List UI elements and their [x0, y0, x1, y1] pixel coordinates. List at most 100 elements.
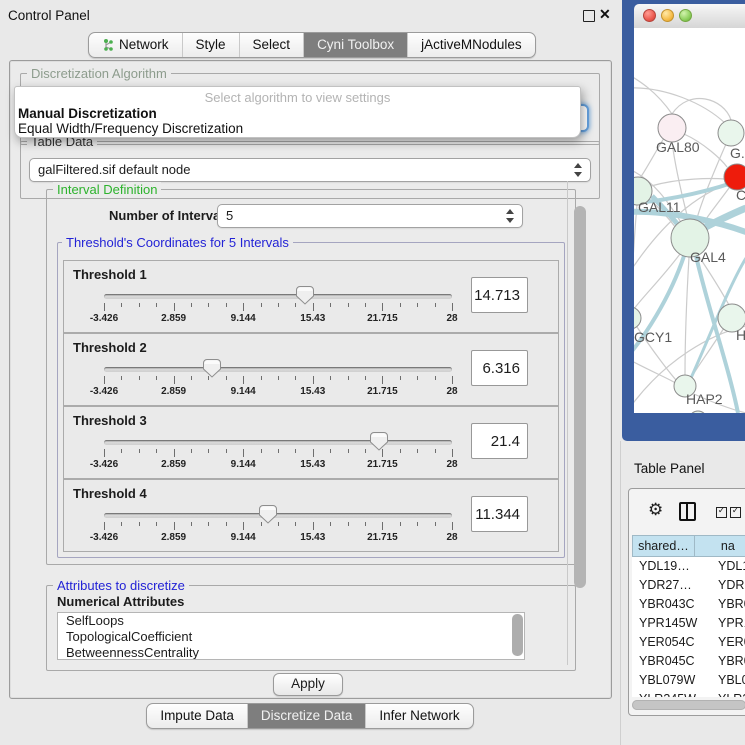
network-edge-thick[interactable] [696, 256, 738, 413]
split-view-icon[interactable] [679, 502, 696, 521]
column-header-shared[interactable]: shared… [632, 535, 695, 557]
popup-prompt-option[interactable]: Select algorithm to view settings [15, 90, 580, 105]
table-row[interactable]: YLR345WYLR3 [632, 690, 745, 697]
cell-name: YBR0 [713, 652, 745, 671]
tab-network[interactable]: Network [89, 33, 183, 57]
network-edge[interactable] [651, 179, 725, 186]
tick-label: -3.426 [90, 532, 118, 543]
slider-thumb-icon[interactable] [259, 505, 277, 524]
network-node[interactable] [634, 307, 641, 329]
threshold-value-field[interactable]: 11.344 [471, 496, 528, 532]
gear-icon[interactable]: ⚙ [648, 501, 663, 518]
slider-thumb-icon[interactable] [296, 286, 314, 305]
network-edge[interactable] [685, 257, 689, 375]
tab-cyni-toolbox[interactable]: Cyni Toolbox [304, 33, 408, 57]
threshold-value-field[interactable]: 6.316 [471, 350, 528, 386]
threshold-slider[interactable]: -3.4262.8599.14415.4321.71528 [104, 431, 452, 475]
zoom-traffic-light-icon[interactable] [679, 9, 692, 22]
network-node[interactable] [689, 411, 707, 413]
table-rows: YDL19…YDL1YDR27…YDR2YBR043CYBR0YPR145WYP… [632, 557, 745, 697]
tick-label: 9.144 [231, 386, 256, 397]
table-row[interactable]: YDL19…YDL1 [632, 557, 745, 576]
table-data-combobox[interactable]: galFiltered.sif default node [29, 158, 591, 182]
num-intervals-combobox[interactable]: 5 [217, 204, 523, 228]
num-intervals-value: 5 [226, 208, 233, 223]
threshold-value-field[interactable]: 14.713 [471, 277, 528, 313]
threshold-slider[interactable]: -3.4262.8599.14415.4321.71528 [104, 358, 452, 402]
network-node[interactable] [658, 114, 686, 142]
vertical-scrollbar[interactable] [574, 206, 586, 588]
tab-select[interactable]: Select [240, 33, 305, 57]
tick-label: 15.43 [300, 386, 325, 397]
attribute-item[interactable]: BetweennessCentrality [58, 645, 524, 660]
tab-style[interactable]: Style [183, 33, 240, 57]
threshold-value-field[interactable]: 21.4 [471, 423, 528, 459]
threshold-panel: Threshold 2-3.4262.8599.14415.4321.71528… [63, 333, 559, 406]
tab-label: Cyni Toolbox [317, 33, 394, 57]
top-tabbar: Network Style Select Cyni Toolbox jActiveMNo… [0, 32, 708, 58]
threshold-slider[interactable]: -3.4262.8599.14415.4321.71528 [104, 504, 452, 548]
checkbox-checked-icon[interactable] [730, 507, 741, 518]
table-row[interactable]: YDR27…YDR2 [632, 576, 745, 595]
table-row[interactable]: YPR145WYPR1 [632, 614, 745, 633]
close-traffic-light-icon[interactable] [643, 9, 656, 22]
network-edge[interactable] [634, 205, 637, 307]
apply-button[interactable]: Apply [273, 673, 343, 696]
tab-impute-data[interactable]: Impute Data [147, 704, 248, 728]
tick-label: 28 [446, 313, 457, 324]
attributes-group: Attributes to discretize Numerical Attri… [46, 585, 576, 671]
tick-label: 2.859 [161, 532, 186, 543]
threshold-slider[interactable]: -3.4262.8599.14415.4321.71528 [104, 285, 452, 329]
table-row[interactable]: YBR043CYBR0 [632, 595, 745, 614]
slider-track[interactable] [104, 513, 452, 518]
checkbox-checked-icon[interactable] [716, 507, 727, 518]
bottom-tab-group: Impute Data Discretize Data Infer Network [146, 703, 473, 729]
horizontal-scrollbar[interactable] [632, 700, 745, 710]
tab-jactivemnodules[interactable]: jActiveMNodules [408, 33, 535, 57]
slider-tick-labels: -3.4262.8599.14415.4321.71528 [104, 386, 452, 398]
network-node[interactable] [718, 120, 744, 146]
table-box: ⚙ shared… na YDL19…YDL1YDR27…YDR2YBR043C… [628, 488, 745, 716]
attributes-list[interactable]: SelfLoopsTopologicalCoefficientBetweenne… [57, 612, 525, 660]
tab-infer-network[interactable]: Infer Network [366, 704, 472, 728]
popup-option-manual[interactable]: Manual Discretization [18, 106, 157, 121]
network-canvas[interactable]: GAL80G.CGAL11GAL4GCY1HHAP2 [634, 28, 745, 413]
tick-label: 21.715 [367, 532, 398, 543]
tab-discretize-data[interactable]: Discretize Data [248, 704, 367, 728]
slider-track[interactable] [104, 367, 452, 372]
tick-label: -3.426 [90, 313, 118, 324]
cell-shared-name: YDL19… [632, 557, 713, 576]
group-title: Threshold's Coordinates for 5 Intervals [62, 235, 293, 250]
column-header-name[interactable]: na [695, 535, 745, 557]
minimize-traffic-light-icon[interactable] [661, 9, 674, 22]
table-row[interactable]: YER054CYER0 [632, 633, 745, 652]
cell-shared-name: YBR043C [632, 595, 713, 614]
threshold-panel: Threshold 1-3.4262.8599.14415.4321.71528… [63, 260, 559, 333]
table-row[interactable]: YBR045CYBR0 [632, 652, 745, 671]
threshold-panel: Threshold 3 -3.4262.8599.14415.4321.71528… [63, 406, 559, 479]
attribute-item[interactable]: TopologicalCoefficient [58, 629, 524, 645]
attribute-item[interactable]: SelfLoops [58, 613, 524, 629]
float-icon[interactable] [583, 10, 595, 22]
network-node-label: HAP2 [686, 391, 723, 407]
network-edge[interactable] [634, 73, 672, 114]
threshold-label: Threshold 3 [73, 413, 147, 428]
slider-track[interactable] [104, 440, 452, 445]
network-window-titlebar[interactable] [634, 4, 745, 29]
interval-definition-group: Interval Definition Number of Intervals … [46, 189, 576, 565]
cell-name: YDR2 [713, 576, 745, 595]
table-header-row: shared… na [632, 535, 745, 557]
popup-option-equal-width[interactable]: Equal Width/Frequency Discretization [18, 121, 243, 136]
tab-label: Style [196, 33, 226, 57]
network-edge[interactable] [696, 144, 726, 222]
list-scrollbar[interactable] [512, 614, 523, 656]
tab-label: Discretize Data [261, 704, 353, 728]
slider-track[interactable] [104, 294, 452, 299]
tick-label: 15.43 [300, 459, 325, 470]
close-icon[interactable]: ✕ [599, 6, 611, 23]
network-edge[interactable] [634, 358, 677, 384]
table-row[interactable]: YBL079WYBL0 [632, 671, 745, 690]
table-toolbar: ⚙ [629, 489, 745, 529]
slider-thumb-icon[interactable] [203, 359, 221, 378]
slider-thumb-icon[interactable] [370, 432, 388, 451]
